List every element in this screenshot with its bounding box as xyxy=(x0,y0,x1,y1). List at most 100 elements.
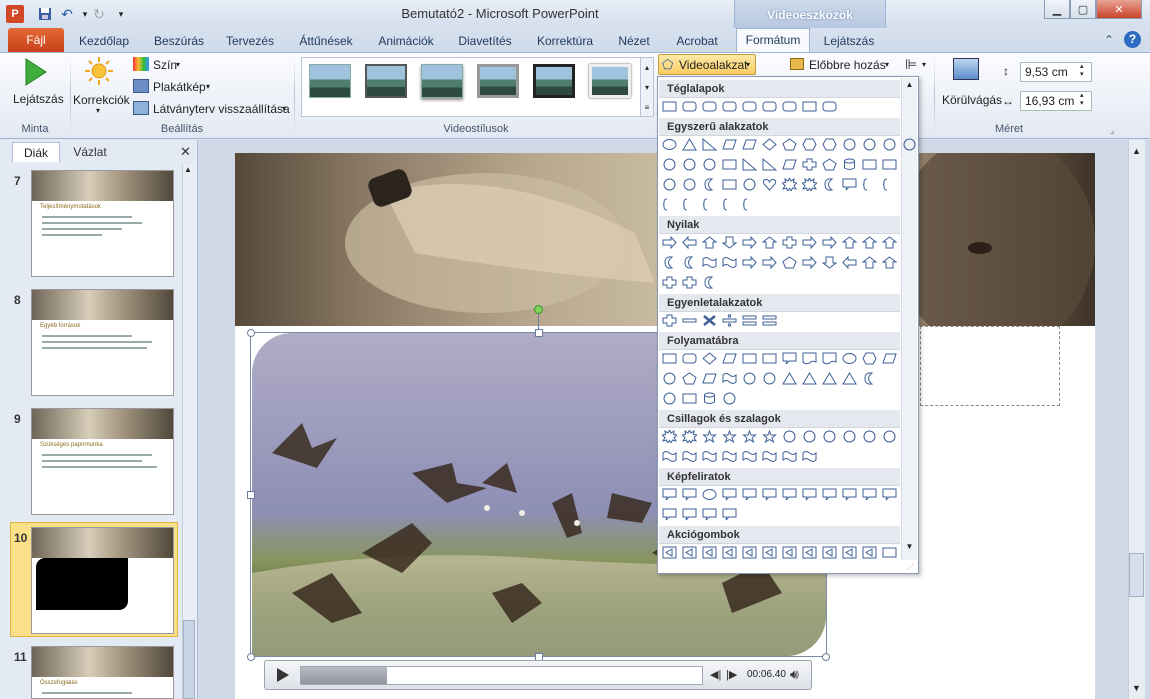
step-forward-icon[interactable]: |▶ xyxy=(726,668,737,681)
tab-slideshow[interactable]: Diavetítés xyxy=(450,30,520,52)
reset-design-button[interactable]: Látványterv visszaállítása xyxy=(153,102,290,116)
shape-option[interactable] xyxy=(781,449,798,464)
main-scrollbar[interactable] xyxy=(1128,140,1145,699)
shape-option[interactable] xyxy=(721,157,738,172)
shape-option[interactable] xyxy=(661,371,678,386)
rotation-handle[interactable] xyxy=(534,305,543,314)
shape-option[interactable] xyxy=(741,371,758,386)
tab-file[interactable]: Fájl xyxy=(8,28,64,52)
gallery-scroll[interactable]: ▴ ▾ ≡ xyxy=(640,57,654,117)
shape-option[interactable] xyxy=(781,351,798,366)
video-play-icon[interactable] xyxy=(276,667,290,686)
shape-option[interactable] xyxy=(781,371,798,386)
shape-option[interactable] xyxy=(841,137,858,152)
video-style-thumbnail[interactable] xyxy=(477,64,519,98)
shape-option[interactable] xyxy=(761,545,778,560)
shape-option[interactable] xyxy=(681,429,698,444)
shape-option[interactable] xyxy=(661,235,678,250)
powerpoint-logo-icon[interactable]: P xyxy=(6,5,24,23)
reset-dropdown-icon[interactable]: ▾ xyxy=(282,104,286,113)
shape-option[interactable] xyxy=(801,157,818,172)
shape-option[interactable] xyxy=(721,449,738,464)
shape-option[interactable] xyxy=(881,177,898,192)
shape-option[interactable] xyxy=(881,255,898,270)
resize-handle[interactable] xyxy=(822,653,830,661)
help-icon[interactable]: ? xyxy=(1124,31,1141,48)
shape-option[interactable] xyxy=(821,157,838,172)
shape-option[interactable] xyxy=(701,137,718,152)
shape-option[interactable] xyxy=(701,429,718,444)
panel-scroll-up-icon[interactable]: ▲ xyxy=(184,165,192,174)
tab-home[interactable]: Kezdőlap xyxy=(72,30,136,52)
shape-option[interactable] xyxy=(861,351,878,366)
slide-thumbnail-9[interactable]: Szükséges papírmunka xyxy=(31,408,174,515)
shape-option[interactable] xyxy=(761,235,778,250)
color-button[interactable]: Szín xyxy=(153,58,177,72)
shape-option[interactable] xyxy=(701,99,718,114)
video-style-thumbnail[interactable] xyxy=(421,64,463,98)
shape-option[interactable] xyxy=(681,351,698,366)
shape-option[interactable] xyxy=(821,351,838,366)
poster-dropdown-icon[interactable]: ▾ xyxy=(206,82,210,91)
shape-option[interactable] xyxy=(801,235,818,250)
shape-option[interactable] xyxy=(801,371,818,386)
shape-option[interactable] xyxy=(721,313,738,328)
shape-option[interactable] xyxy=(881,429,898,444)
shape-option[interactable] xyxy=(761,449,778,464)
shape-option[interactable] xyxy=(661,255,678,270)
shape-option[interactable] xyxy=(781,177,798,192)
shape-option[interactable] xyxy=(681,99,698,114)
color-dropdown-icon[interactable]: ▾ xyxy=(176,60,180,69)
redo-icon[interactable]: ↻ xyxy=(90,5,108,23)
crop-icon[interactable] xyxy=(953,58,979,80)
shape-option[interactable] xyxy=(701,391,718,406)
shape-option[interactable] xyxy=(861,177,878,192)
close-button[interactable]: ✕ xyxy=(1096,0,1142,19)
scroll-up-icon[interactable]: ▲ xyxy=(1132,146,1141,156)
shape-option[interactable] xyxy=(821,177,838,192)
shape-option[interactable] xyxy=(741,487,758,502)
color-icon[interactable] xyxy=(133,57,149,71)
shape-option[interactable] xyxy=(701,487,718,502)
shape-option[interactable] xyxy=(741,429,758,444)
shape-option[interactable] xyxy=(661,177,678,192)
shape-option[interactable] xyxy=(781,99,798,114)
shape-option[interactable] xyxy=(661,99,678,114)
shape-option[interactable] xyxy=(841,545,858,560)
shape-option[interactable] xyxy=(681,255,698,270)
shape-option[interactable] xyxy=(781,255,798,270)
shape-option[interactable] xyxy=(761,487,778,502)
shape-option[interactable] xyxy=(661,197,678,212)
shape-option[interactable] xyxy=(681,157,698,172)
shape-option[interactable] xyxy=(701,449,718,464)
shape-option[interactable] xyxy=(821,371,838,386)
shape-option[interactable] xyxy=(881,235,898,250)
poster-frame-button[interactable]: Plakátkép xyxy=(153,80,206,94)
poster-frame-icon[interactable] xyxy=(133,79,149,93)
shape-option[interactable] xyxy=(721,507,738,522)
shape-option[interactable] xyxy=(721,255,738,270)
corrections-dropdown-icon[interactable]: ▾ xyxy=(96,106,100,115)
scroll-down-icon[interactable]: ▼ xyxy=(1132,683,1141,693)
volume-icon[interactable]: 🔊︎ xyxy=(790,666,799,683)
shape-option[interactable] xyxy=(761,137,778,152)
shape-option[interactable] xyxy=(701,371,718,386)
shape-option[interactable] xyxy=(841,235,858,250)
video-style-thumbnail[interactable] xyxy=(589,64,631,98)
shape-option[interactable] xyxy=(681,391,698,406)
shape-option[interactable] xyxy=(681,371,698,386)
shape-option[interactable] xyxy=(721,137,738,152)
video-style-thumbnail[interactable] xyxy=(309,64,351,98)
resize-handle[interactable] xyxy=(247,329,255,337)
resize-handle[interactable] xyxy=(535,329,543,337)
shape-option[interactable] xyxy=(681,545,698,560)
undo-icon[interactable]: ↶ xyxy=(58,5,76,23)
shape-option[interactable] xyxy=(841,371,858,386)
menu-resize-grip[interactable]: ⋰ xyxy=(907,563,914,571)
shape-option[interactable] xyxy=(721,371,738,386)
shape-option[interactable] xyxy=(661,137,678,152)
shape-option[interactable] xyxy=(661,313,678,328)
tab-review[interactable]: Korrektúra xyxy=(528,30,602,52)
shape-option[interactable] xyxy=(761,371,778,386)
shape-option[interactable] xyxy=(721,177,738,192)
